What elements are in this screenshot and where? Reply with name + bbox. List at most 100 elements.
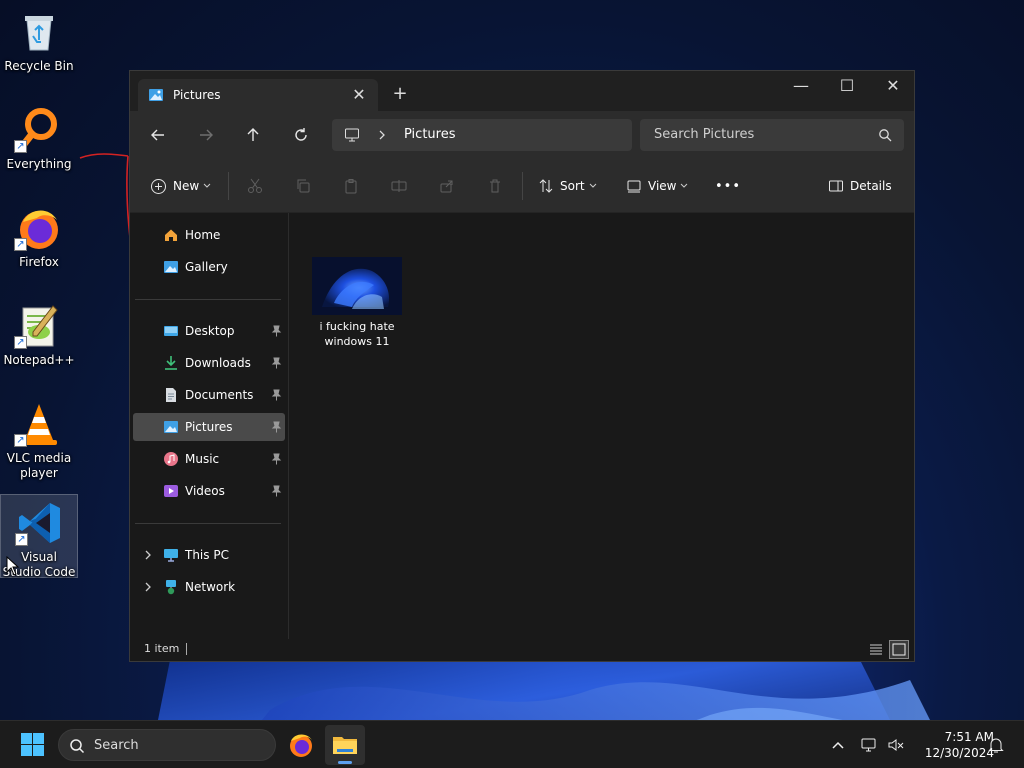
new-button-label: New xyxy=(173,179,200,193)
scissors-icon xyxy=(248,178,262,193)
taskbar-app-file-explorer[interactable] xyxy=(325,725,365,765)
chevron-down-icon xyxy=(203,183,211,188)
explorer-body: Home Gallery Desktop Downloads Documents xyxy=(130,213,914,641)
search-placeholder: Search Pictures xyxy=(654,127,755,142)
trash-icon xyxy=(490,179,500,193)
status-divider xyxy=(186,643,187,655)
chevron-right-icon[interactable] xyxy=(142,548,154,562)
file-item[interactable]: i fucking hate windows 11 xyxy=(310,257,402,353)
gallery-icon xyxy=(164,261,178,273)
sort-button[interactable]: Sort xyxy=(538,174,597,198)
sidebar-item-desktop[interactable]: Desktop xyxy=(133,317,285,345)
rename-button[interactable] xyxy=(391,174,407,198)
arrow-up-icon xyxy=(247,128,259,141)
home-icon xyxy=(165,229,177,241)
file-explorer-window[interactable]: Pictures ✕ + — ☐ ✕ Pictures Search Pictu… xyxy=(129,70,915,662)
videos-folder-icon xyxy=(164,485,178,497)
tab-title: Pictures xyxy=(173,88,221,102)
sidebar-item-gallery[interactable]: Gallery xyxy=(133,253,285,281)
new-button[interactable]: New xyxy=(150,174,211,198)
this-pc-icon xyxy=(164,549,178,562)
large-icons-view-toggle[interactable] xyxy=(889,640,909,659)
chevron-right-icon[interactable] xyxy=(142,580,154,594)
image-thumbnail xyxy=(312,257,402,315)
share-button[interactable] xyxy=(439,174,455,198)
sidebar-item-videos[interactable]: Videos xyxy=(133,477,285,505)
forward-button[interactable] xyxy=(192,121,220,149)
details-pane-icon xyxy=(829,180,843,192)
system-clock[interactable]: 7:51 AM 12/30/2024 xyxy=(912,729,994,761)
sidebar-item-label: Desktop xyxy=(185,324,235,338)
desktop-icon-recycle-bin[interactable]: Recycle Bin xyxy=(0,4,78,88)
sidebar-item-music[interactable]: Music xyxy=(133,445,285,473)
desktop-icon-vlc[interactable]: ↗ VLC media player xyxy=(0,396,78,480)
search-icon xyxy=(879,129,892,142)
sidebar-item-downloads[interactable]: Downloads xyxy=(133,349,285,377)
back-button[interactable] xyxy=(144,121,172,149)
sort-button-label: Sort xyxy=(560,179,585,193)
more-options-button[interactable]: ••• xyxy=(715,174,741,198)
minimize-button[interactable]: — xyxy=(778,71,824,103)
status-bar: 1 item xyxy=(130,639,914,661)
more-dots-icon: ••• xyxy=(715,178,742,194)
shortcut-arrow-icon: ↗ xyxy=(14,140,27,153)
network-status-icon[interactable] xyxy=(860,735,880,755)
desktop-icon-label: Recycle Bin xyxy=(4,59,74,73)
taskbar-search-box[interactable]: Search xyxy=(58,729,276,761)
details-pane-button[interactable]: Details xyxy=(828,174,892,198)
desktop-icon-everything[interactable]: ↗ Everything xyxy=(0,102,78,186)
toolbar-divider xyxy=(228,172,229,200)
chevron-down-icon xyxy=(681,183,688,188)
new-tab-button[interactable]: + xyxy=(388,83,412,107)
refresh-button[interactable] xyxy=(287,121,315,149)
pin-icon xyxy=(271,389,282,401)
sidebar-item-pictures[interactable]: Pictures xyxy=(133,413,285,441)
search-input[interactable]: Search Pictures xyxy=(640,119,904,151)
item-count: 1 item xyxy=(144,642,180,655)
arrow-left-icon xyxy=(151,129,164,141)
close-window-button[interactable]: ✕ xyxy=(870,71,916,103)
chevron-up-icon[interactable] xyxy=(828,735,848,755)
desktop-icon-firefox[interactable]: ↗ Firefox xyxy=(0,200,78,284)
title-bar[interactable]: Pictures ✕ + — ☐ ✕ xyxy=(130,71,914,111)
details-view-toggle[interactable] xyxy=(866,640,886,659)
command-bar: New Sort View ••• Details xyxy=(130,159,914,213)
navigation-pane[interactable]: Home Gallery Desktop Downloads Documents xyxy=(130,213,289,641)
delete-button[interactable] xyxy=(487,174,503,198)
paste-button[interactable] xyxy=(343,174,359,198)
maximize-button[interactable]: ☐ xyxy=(824,71,870,103)
breadcrumb-pictures[interactable]: Pictures xyxy=(404,127,455,143)
sidebar-item-home[interactable]: Home xyxy=(133,221,285,249)
taskbar-app-firefox[interactable] xyxy=(281,725,321,765)
shortcut-arrow-icon: ↗ xyxy=(14,434,27,447)
windows-start-icon[interactable] xyxy=(14,731,50,759)
pin-icon xyxy=(271,357,282,369)
desktop-icon-label: Notepad++ xyxy=(3,353,75,367)
cut-button[interactable] xyxy=(247,174,263,198)
shortcut-arrow-icon: ↗ xyxy=(14,336,27,349)
clipboard-icon xyxy=(345,179,357,194)
refresh-icon xyxy=(295,128,307,141)
pictures-folder-icon xyxy=(149,89,163,101)
address-bar[interactable]: Pictures xyxy=(332,119,632,151)
clock-time: 7:51 AM xyxy=(944,730,994,744)
list-view-icon xyxy=(870,644,882,655)
view-button[interactable]: View xyxy=(626,174,688,198)
copy-button[interactable] xyxy=(295,174,311,198)
up-button[interactable] xyxy=(239,121,267,149)
red-pen-stroke xyxy=(79,153,131,239)
desktop-folder-icon xyxy=(164,326,178,336)
file-name: i fucking hate windows 11 xyxy=(319,320,395,348)
tab-close-button[interactable]: ✕ xyxy=(348,84,370,106)
volume-muted-icon[interactable] xyxy=(886,735,906,755)
desktop-icon-notepadpp[interactable]: ↗ Notepad++ xyxy=(0,298,78,382)
desktop-icon-label: Firefox xyxy=(19,255,59,269)
sidebar-item-this-pc[interactable]: This PC xyxy=(133,541,285,569)
share-icon xyxy=(440,180,453,193)
notification-bell-icon[interactable] xyxy=(986,735,1006,755)
sidebar-item-label: Documents xyxy=(185,388,254,402)
sidebar-item-network[interactable]: Network xyxy=(133,573,285,601)
tab-pictures[interactable]: Pictures ✕ xyxy=(138,79,378,111)
sidebar-item-documents[interactable]: Documents xyxy=(133,381,285,409)
shortcut-arrow-icon: ↗ xyxy=(14,238,27,251)
